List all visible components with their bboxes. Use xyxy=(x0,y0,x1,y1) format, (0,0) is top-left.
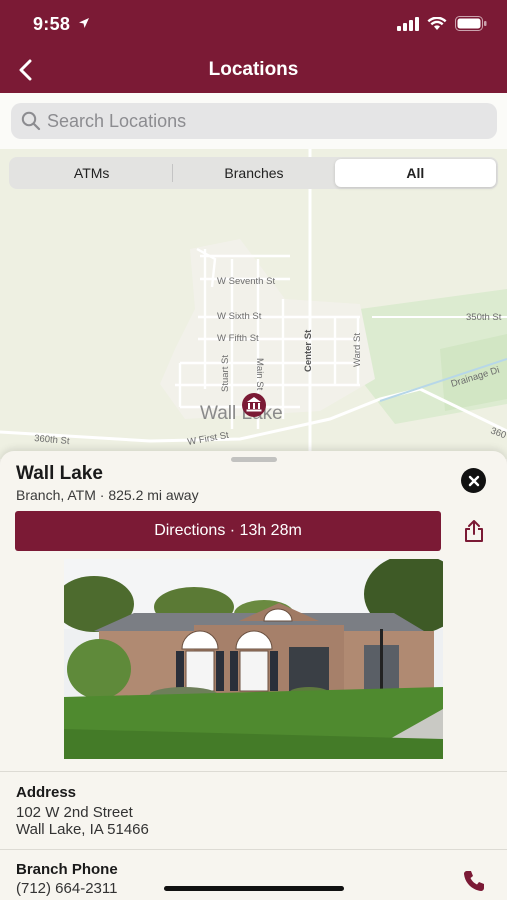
street-label: Ward St xyxy=(352,333,363,367)
place-label: Wall Lake xyxy=(200,403,283,424)
filter-all[interactable]: All xyxy=(334,159,496,187)
location-detail-sheet: Wall Lake Branch, ATM · 825.2 mi away Di… xyxy=(0,451,507,900)
phone-icon xyxy=(464,871,484,891)
location-arrow-icon xyxy=(78,18,89,28)
close-icon xyxy=(468,475,479,486)
street-label: Center St xyxy=(303,329,314,372)
directions-button[interactable]: Directions · 13h 28m xyxy=(15,511,441,551)
status-icons xyxy=(397,16,487,31)
street-label: 350th St xyxy=(466,312,502,323)
filter-segmented-control: ATMs Branches All xyxy=(9,157,498,189)
street-label: W Fifth St xyxy=(217,333,259,344)
search-icon xyxy=(21,111,41,131)
phone-label: Branch Phone xyxy=(16,861,118,878)
search-bar xyxy=(0,93,507,149)
phone-number[interactable]: (712) 664-2311 xyxy=(16,880,117,898)
branch-photo xyxy=(64,559,443,759)
status-time: 9:58 xyxy=(33,14,90,35)
wifi-icon xyxy=(427,16,447,30)
street-label: 360 xyxy=(489,425,507,441)
address-line1: 102 W 2nd Street xyxy=(16,804,133,821)
search-box[interactable] xyxy=(11,103,497,139)
sheet-grabber[interactable] xyxy=(231,457,277,462)
street-label: Stuart St xyxy=(220,355,231,392)
map-canvas: W Seventh St W Sixth St W Fifth St Stuar… xyxy=(0,149,507,459)
share-button[interactable] xyxy=(460,517,488,545)
search-input[interactable] xyxy=(47,110,467,132)
page-title: Locations xyxy=(208,59,299,80)
nav-bar: 9:58 Locations xyxy=(0,0,507,93)
home-indicator[interactable] xyxy=(164,886,344,891)
street-label: 360th St xyxy=(34,433,71,447)
street-label: W Sixth St xyxy=(217,311,262,322)
street-label: W First St xyxy=(187,430,230,448)
location-name: Wall Lake xyxy=(16,463,103,484)
bank-marker-icon[interactable] xyxy=(242,393,266,417)
address-line2: Wall Lake, IA 51466 xyxy=(16,821,149,838)
call-button[interactable] xyxy=(459,866,489,896)
address-label: Address xyxy=(16,784,77,801)
divider xyxy=(0,771,507,772)
map-view[interactable]: W Seventh St W Sixth St W Fifth St Stuar… xyxy=(0,149,507,459)
divider xyxy=(0,849,507,850)
location-subtitle: Branch, ATM · 825.2 mi away xyxy=(16,487,199,503)
filter-branches[interactable]: Branches xyxy=(173,159,334,187)
filter-atms[interactable]: ATMs xyxy=(11,159,172,187)
branch-photo-image xyxy=(64,559,443,759)
street-label: Main St xyxy=(254,358,265,391)
close-button[interactable] xyxy=(461,468,486,493)
signal-icon xyxy=(397,16,419,31)
street-label: W Seventh St xyxy=(217,276,275,287)
battery-icon xyxy=(455,16,487,31)
share-icon xyxy=(465,520,483,542)
